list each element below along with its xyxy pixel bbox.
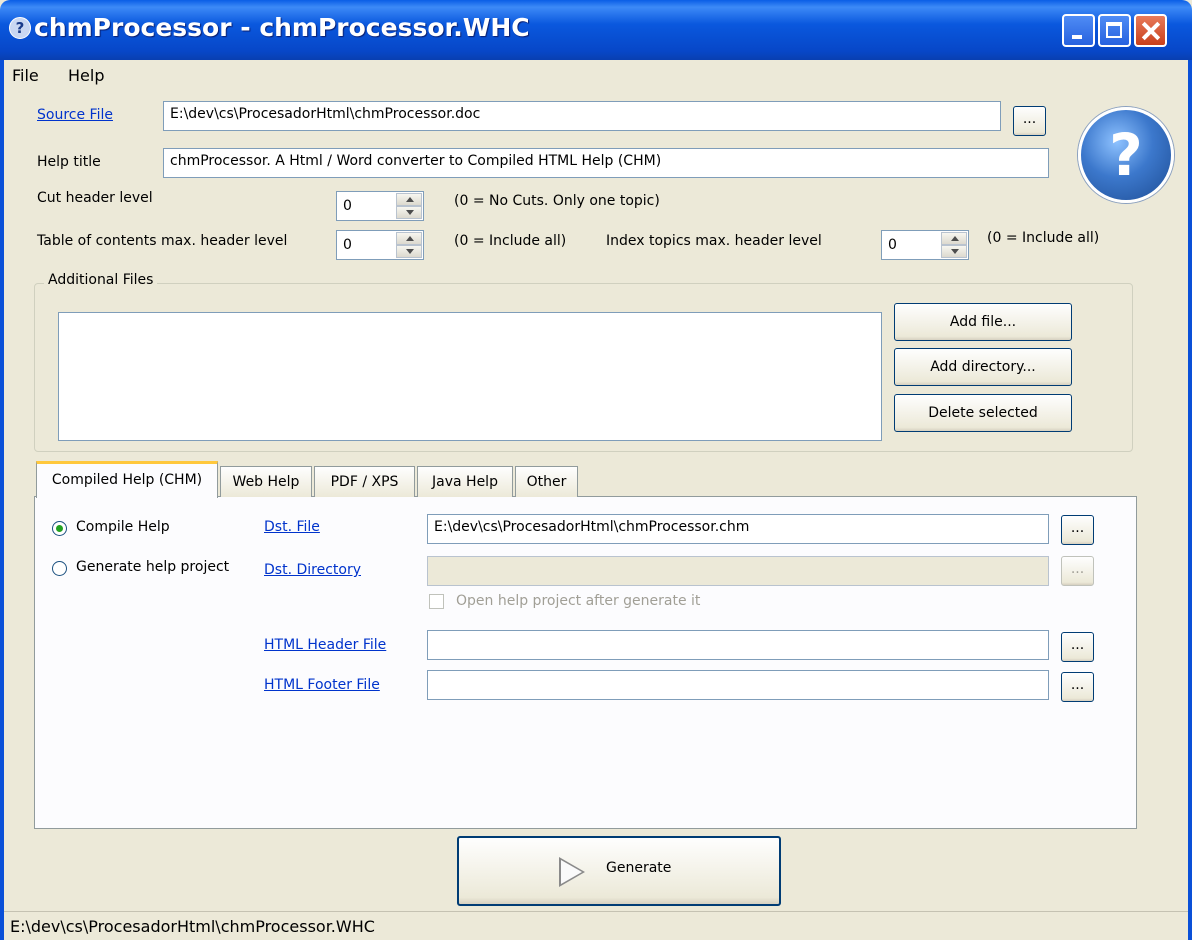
window-title: chmProcessor - chmProcessor.WHC — [34, 13, 530, 42]
toc-header-hint: (0 = Include all) — [454, 233, 567, 249]
source-browse-button[interactable]: ... — [1013, 106, 1046, 136]
dst-file-input[interactable]: E:\dev\cs\ProcesadorHtml\chmProcessor.ch… — [427, 514, 1049, 544]
play-icon — [559, 857, 585, 887]
toc-header-value: 0 — [343, 237, 352, 253]
html-footer-input[interactable] — [427, 670, 1049, 700]
tab-other[interactable]: Other — [515, 466, 578, 497]
spin-up-icon[interactable] — [941, 232, 967, 245]
toc-header-spinner[interactable]: 0 — [336, 230, 424, 260]
tab-compiled-help[interactable]: Compiled Help (CHM) — [36, 461, 218, 498]
generate-button[interactable]: Generate — [457, 836, 781, 906]
spin-down-icon[interactable] — [396, 245, 422, 258]
cut-header-value: 0 — [343, 198, 352, 214]
spin-down-icon[interactable] — [941, 245, 967, 258]
additional-files-legend: Additional Files — [44, 272, 158, 288]
generate-label: Generate — [606, 860, 672, 876]
cut-header-spinner[interactable]: 0 — [336, 191, 424, 221]
generate-project-radio[interactable] — [52, 561, 67, 576]
dst-file-link[interactable]: Dst. File — [264, 519, 320, 535]
dst-directory-input[interactable] — [427, 556, 1049, 586]
delete-selected-button[interactable]: Delete selected — [894, 394, 1072, 432]
tab-pdf-xps[interactable]: PDF / XPS — [314, 466, 415, 497]
add-directory-button[interactable]: Add directory... — [894, 348, 1072, 386]
index-header-label: Index topics max. header level — [606, 233, 822, 249]
menu-help[interactable]: Help — [68, 66, 104, 85]
tab-java-help[interactable]: Java Help — [417, 466, 513, 497]
status-text: E:\dev\cs\ProcesadorHtml\chmProcessor.WH… — [10, 917, 375, 936]
cut-header-hint: (0 = No Cuts. Only one topic) — [454, 193, 660, 209]
index-header-spinner[interactable]: 0 — [881, 230, 969, 260]
minimize-button[interactable] — [1062, 14, 1095, 47]
html-footer-link[interactable]: HTML Footer File — [264, 677, 380, 693]
dst-file-browse-button[interactable]: ... — [1061, 515, 1094, 545]
tab-panel — [34, 496, 1137, 829]
html-header-input[interactable] — [427, 630, 1049, 660]
html-header-browse-button[interactable]: ... — [1061, 632, 1094, 662]
dst-directory-link[interactable]: Dst. Directory — [264, 562, 361, 578]
index-header-hint: (0 = Include all) — [987, 230, 1100, 246]
app-help-icon[interactable]: ? — [9, 17, 31, 39]
status-bar: E:\dev\cs\ProcesadorHtml\chmProcessor.WH… — [4, 911, 1188, 940]
help-title-label: Help title — [37, 154, 101, 170]
help-title-input[interactable]: chmProcessor. A Html / Word converter to… — [163, 148, 1049, 178]
compile-help-radio[interactable] — [52, 521, 67, 536]
question-mark-icon[interactable]: ? — [1078, 107, 1174, 203]
menu-file[interactable]: File — [12, 66, 39, 85]
html-header-link[interactable]: HTML Header File — [264, 637, 386, 653]
compile-help-label[interactable]: Compile Help — [76, 519, 170, 535]
source-file-link[interactable]: Source File — [37, 107, 113, 123]
additional-files-list[interactable] — [58, 312, 882, 441]
generate-project-label[interactable]: Generate help project — [76, 559, 229, 575]
dst-directory-browse-button[interactable]: ... — [1061, 556, 1094, 586]
html-footer-browse-button[interactable]: ... — [1061, 672, 1094, 702]
toc-header-label: Table of contents max. header level — [37, 233, 288, 249]
add-file-button[interactable]: Add file... — [894, 303, 1072, 341]
spin-down-icon[interactable] — [396, 206, 422, 219]
close-button[interactable] — [1134, 14, 1167, 47]
menu-bar: File Help — [4, 62, 1188, 90]
spin-up-icon[interactable] — [396, 232, 422, 245]
cut-header-label: Cut header level — [37, 190, 153, 206]
open-project-checkbox[interactable] — [429, 594, 444, 609]
open-project-label: Open help project after generate it — [456, 593, 701, 609]
maximize-button[interactable] — [1098, 14, 1131, 47]
tab-web-help[interactable]: Web Help — [220, 466, 312, 497]
index-header-value: 0 — [888, 237, 897, 253]
source-file-input[interactable]: E:\dev\cs\ProcesadorHtml\chmProcessor.do… — [163, 101, 1001, 131]
spin-up-icon[interactable] — [396, 193, 422, 206]
